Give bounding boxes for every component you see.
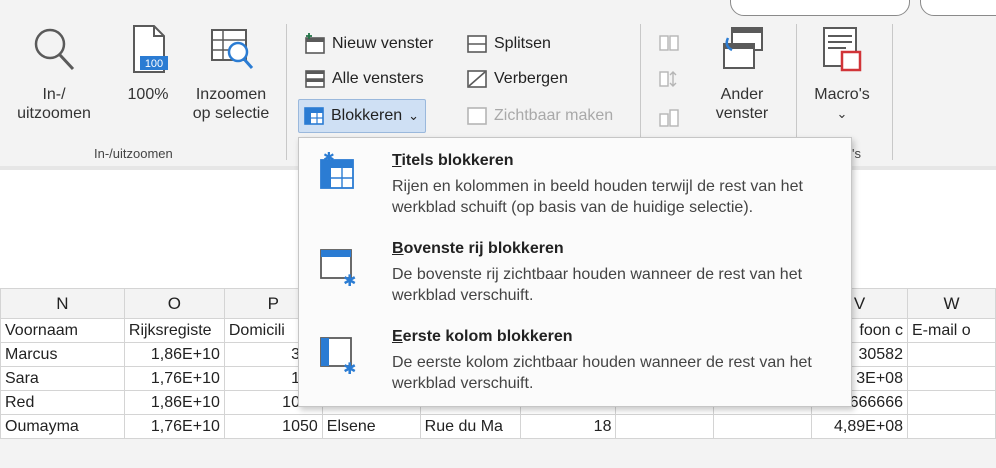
macros-group-label: 's	[852, 146, 861, 161]
synchronous-scroll-icon	[659, 71, 677, 87]
cell[interactable]: 1,76E+10	[123, 366, 225, 391]
zoom-selection-button[interactable]: Inzoomen op selectie	[188, 24, 274, 123]
hide-button[interactable]: Verbergen	[466, 65, 568, 93]
hide-label: Verbergen	[494, 70, 568, 87]
menu-item-freeze-panes[interactable]: ✱ Titels blokkeren Rijen en kolommen in …	[299, 142, 851, 228]
freeze-panes-icon: ✱	[320, 152, 354, 189]
column-header[interactable]: W	[906, 288, 996, 319]
menu-item-freeze-first-column[interactable]: ✱ Eerste kolom blokkeren De eerste kolom…	[299, 318, 851, 404]
cell[interactable]: Marcus	[0, 342, 125, 367]
new-window-icon	[305, 33, 325, 54]
arrange-all-label: Alle vensters	[332, 70, 424, 87]
unhide-label: Zichtbaar maken	[494, 107, 614, 124]
arrange-all-icon	[305, 70, 325, 88]
cell[interactable]	[906, 390, 996, 415]
freeze-panes-button[interactable]: Blokkeren ⌄	[298, 99, 427, 133]
menu-item-description: De eerste kolom zichtbaar houden wanneer…	[392, 354, 812, 392]
arrange-all-button[interactable]: Alle vensters	[304, 65, 424, 93]
zoom-button[interactable]: In-/ uitzoomen	[14, 24, 94, 123]
freeze-panes-label: Blokkeren	[331, 107, 403, 124]
menu-item-description: Rijen en kolommen in beeld houden terwij…	[392, 178, 803, 216]
cell[interactable]: 1050	[223, 414, 323, 439]
zoom-group-label: In-/uitzoomen	[94, 146, 173, 161]
menu-item-title: Bovenste rij blokkeren	[392, 240, 564, 258]
cell[interactable]	[615, 414, 715, 439]
cell[interactable]: Elsene	[321, 414, 421, 439]
zoom-selection-icon	[211, 29, 254, 69]
macros-button[interactable]: Macro's ⌄	[804, 24, 880, 123]
cell[interactable]: Rue du Ma	[419, 414, 521, 439]
title-bar-control[interactable]	[730, 0, 910, 16]
freeze-panes-menu: ✱ Titels blokkeren Rijen en kolommen in …	[298, 137, 852, 407]
zoom-100-button[interactable]: 100 100%	[118, 24, 178, 104]
new-window-label: Nieuw venster	[332, 35, 434, 52]
cell[interactable]: E-mail o	[906, 318, 996, 343]
svg-text:✱: ✱	[343, 271, 356, 286]
group-separator	[892, 24, 893, 160]
magnifier-icon	[34, 28, 75, 71]
page-100-icon: 100	[133, 25, 168, 73]
new-window-button[interactable]: Nieuw venster	[304, 30, 433, 58]
access-key: B	[392, 240, 404, 257]
cell[interactable]: Rijksregiste	[123, 318, 225, 343]
menu-item-freeze-top-row[interactable]: ✱ Bovenste rij blokkeren De bovenste rij…	[299, 230, 851, 316]
menu-item-title-rest: ovenste rij blokkeren	[403, 240, 564, 257]
hide-icon	[467, 70, 487, 88]
split-button[interactable]: Splitsen	[466, 30, 551, 58]
cell[interactable]: Sara	[0, 366, 125, 391]
hundred-icon-text: 100	[145, 58, 163, 70]
switch-window-label: Ander venster	[715, 86, 769, 122]
unhide-icon	[467, 107, 487, 125]
cell[interactable]: 1,86E+10	[123, 342, 225, 367]
access-key: E	[392, 328, 403, 345]
table-row: Oumayma 1,76E+10 1050 Elsene Rue du Ma 1…	[0, 414, 996, 439]
menu-item-title-rest: itels blokkeren	[401, 152, 514, 169]
split-label: Splitsen	[494, 35, 551, 52]
cell[interactable]: Voornaam	[0, 318, 125, 343]
cell[interactable]: Oumayma	[0, 414, 125, 439]
view-side-by-side-icon	[659, 35, 679, 51]
chevron-down-icon: ⌄	[408, 108, 420, 123]
zoom-label: In-/ uitzoomen	[17, 86, 91, 122]
cell[interactable]: 1,86E+10	[123, 390, 225, 415]
cell[interactable]: 18	[519, 414, 617, 439]
switch-window-button[interactable]: Ander venster	[700, 24, 784, 123]
freeze-first-column-icon: ✱	[320, 337, 356, 374]
menu-item-title: Titels blokkeren	[392, 152, 514, 170]
reset-window-position-icon	[659, 109, 679, 127]
cell[interactable]: Red	[0, 390, 125, 415]
column-header[interactable]: O	[123, 288, 225, 319]
cell[interactable]: 1,76E+10	[123, 414, 225, 439]
title-bar-control-2[interactable]	[920, 0, 996, 16]
menu-item-description: De bovenste rij zichtbaar houden wanneer…	[392, 266, 803, 304]
menu-item-title: Eerste kolom blokkeren	[392, 328, 573, 346]
macros-icon	[823, 27, 862, 72]
cell[interactable]: 4,89E+08	[811, 414, 908, 439]
switch-window-icon	[723, 27, 763, 69]
cell[interactable]	[906, 366, 996, 391]
svg-text:✱: ✱	[343, 359, 356, 374]
svg-text:✱: ✱	[323, 152, 335, 166]
chevron-down-icon: ⌄	[836, 106, 848, 121]
menu-item-title-rest: erste kolom blokkeren	[402, 328, 573, 345]
column-header[interactable]: N	[0, 288, 125, 319]
cell[interactable]	[713, 414, 813, 439]
freeze-panes-icon	[304, 107, 324, 125]
cell[interactable]	[906, 342, 996, 367]
cell[interactable]	[906, 414, 996, 439]
group-separator	[286, 24, 287, 160]
macros-label: Macro's	[814, 86, 870, 103]
zoom-selection-label: Inzoomen op selectie	[192, 86, 270, 122]
split-icon	[467, 35, 487, 53]
unhide-button[interactable]: Zichtbaar maken	[466, 102, 613, 130]
zoom-100-label: 100%	[127, 86, 169, 103]
freeze-top-row-icon: ✱	[320, 249, 356, 286]
